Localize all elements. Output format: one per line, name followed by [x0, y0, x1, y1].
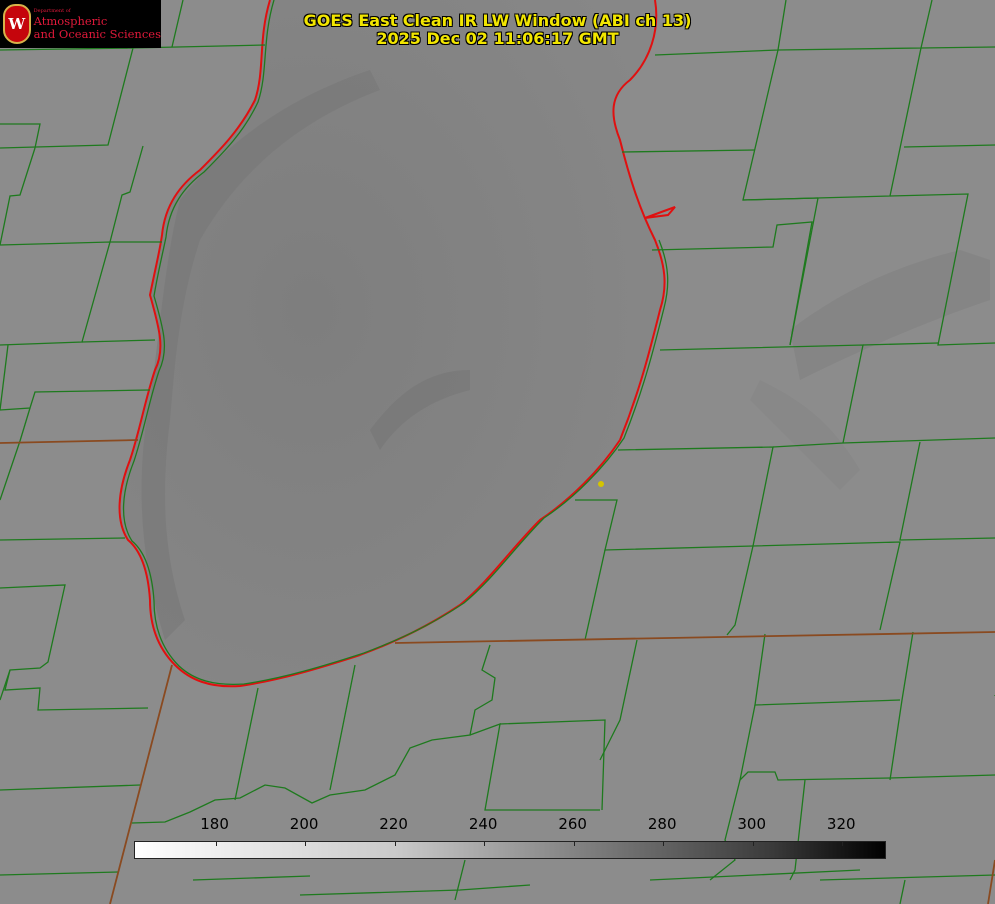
- colorbar-tick-mark: [394, 842, 396, 846]
- colorbar-tick-label: 280: [647, 815, 677, 833]
- colorbar-tick-label: 320: [826, 815, 856, 833]
- title-timestamp: 2025 Dec 02 11:06:17 GMT: [376, 29, 619, 48]
- colorbar-tick-mark: [842, 842, 844, 846]
- satellite-image-map: [0, 0, 995, 904]
- colorbar-tick-label: 260: [558, 815, 587, 833]
- colorbar-tick-label: 200: [289, 815, 319, 833]
- colorbar-tick-mark: [663, 842, 665, 846]
- station-marker: [598, 481, 604, 487]
- satellite-map-view: W Department of Atmospheric and Oceanic …: [0, 0, 995, 904]
- colorbar-tick-mark: [215, 842, 217, 846]
- colorbar-tick-label: 240: [468, 815, 498, 833]
- colorbar-tick-mark: [752, 842, 754, 846]
- cloud-band: [790, 250, 990, 380]
- colorbar-tick-labels: 180 200 220 240 260 280 300 320: [0, 815, 995, 833]
- colorbar-tick-label: 300: [737, 815, 767, 833]
- coastline: [644, 206, 676, 219]
- image-title: GOES East Clean IR LW Window (ABI ch 13)…: [0, 12, 995, 48]
- colorbar-tick-label: 180: [200, 815, 229, 833]
- cloud-band: [750, 380, 860, 490]
- lake-michigan: [119, 0, 665, 687]
- colorbar-tick-mark: [484, 842, 486, 846]
- colorbar-tick-label: 220: [379, 815, 408, 833]
- title-line-1: GOES East Clean IR LW Window (ABI ch 13): [303, 11, 692, 30]
- temperature-colorbar: [134, 841, 886, 859]
- colorbar-tick-mark: [305, 842, 307, 846]
- colorbar-tick-mark: [573, 842, 575, 846]
